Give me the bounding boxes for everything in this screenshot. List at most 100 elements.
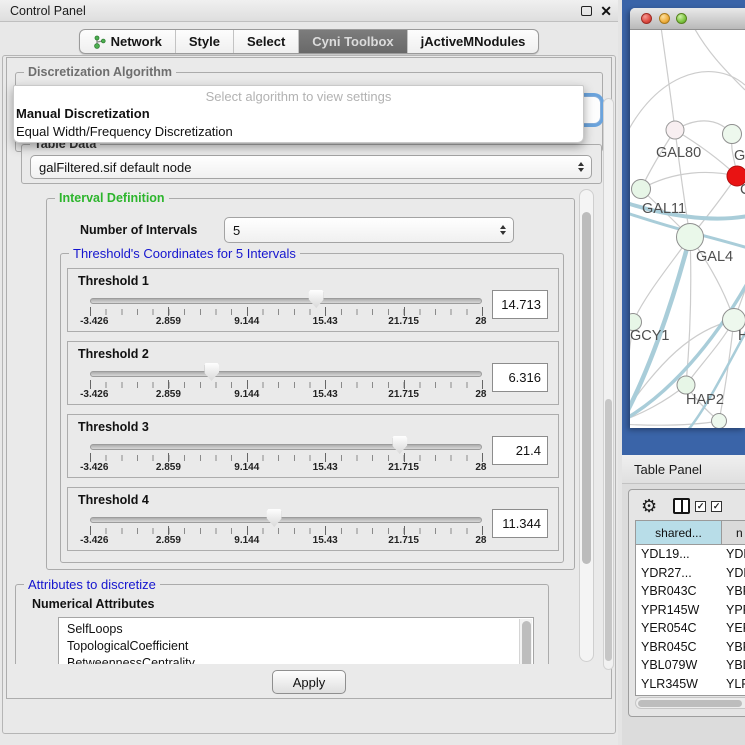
dropdown-option[interactable]: Equal Width/Frequency Discretization: [14, 123, 583, 141]
cell-shared-name[interactable]: YBR045C: [636, 638, 722, 657]
cell-shared-name[interactable]: YBL079W: [636, 656, 722, 675]
tab-network[interactable]: Network: [80, 30, 175, 53]
panel-scrollbar-thumb[interactable]: [605, 399, 612, 661]
settings-scrollbar-thumb[interactable]: [582, 212, 591, 564]
major-tick: [90, 380, 91, 389]
cell-name[interactable]: YDR2...: [722, 564, 745, 583]
tick-label: 2.859: [156, 462, 181, 473]
tab-jactivemnodules[interactable]: jActiveMNodules: [407, 30, 539, 53]
slider-track[interactable]: [90, 517, 482, 523]
network-canvas[interactable]: GAL80GACGAL11GAL4GCY1HHAP2: [630, 30, 745, 428]
cell-shared-name[interactable]: YER054C: [636, 619, 722, 638]
checkbox-icon[interactable]: ✓: [711, 501, 722, 512]
zoom-traffic-light-icon[interactable]: [676, 13, 687, 24]
number-of-intervals-combobox[interactable]: 5: [224, 217, 514, 243]
threshold-row: Threshold 1 -3.4262.8599.14415.4321.7152…: [67, 268, 559, 332]
cell-shared-name[interactable]: YPR145W: [636, 601, 722, 620]
spinner-icon: [578, 162, 584, 172]
table-row[interactable]: YBR045CYBR0...: [636, 638, 745, 657]
numerical-attributes-list[interactable]: SelfLoopsTopologicalCoefficientBetweenne…: [58, 617, 534, 664]
table-row[interactable]: YPR145WYPR1...: [636, 601, 745, 620]
apply-button[interactable]: Apply: [272, 670, 346, 694]
checkbox-icon[interactable]: ✓: [695, 501, 706, 512]
table-row[interactable]: YLR345WYLR3...: [636, 675, 745, 694]
network-node[interactable]: [711, 413, 727, 428]
network-node[interactable]: [676, 223, 704, 251]
node-attribute-table[interactable]: shared... n YDL19...YDL1...YDR27...YDR2.…: [635, 520, 745, 696]
cell-name[interactable]: YBL0...: [722, 656, 745, 675]
cell-name[interactable]: YDL1...: [722, 545, 745, 564]
network-node[interactable]: [631, 179, 651, 199]
panel-scrollbar[interactable]: [603, 98, 614, 670]
settings-scrollbar[interactable]: [579, 189, 594, 662]
tab-select[interactable]: Select: [233, 30, 298, 53]
slider-track[interactable]: [90, 444, 482, 450]
network-window-titlebar[interactable]: [630, 8, 745, 30]
slider-handle[interactable]: [267, 509, 282, 527]
cell-shared-name[interactable]: YDL19...: [636, 545, 722, 564]
major-tick: [404, 307, 405, 316]
attribute-list-item[interactable]: BetweennessCentrality: [67, 655, 533, 664]
table-horizontal-scrollbar[interactable]: [635, 697, 745, 709]
minimize-traffic-light-icon[interactable]: [659, 13, 670, 24]
slider-track[interactable]: [90, 371, 482, 377]
table-header-row: shared... n: [636, 521, 745, 545]
cell-shared-name[interactable]: YLR345W: [636, 675, 722, 694]
tab-cyni-toolbox[interactable]: Cyni Toolbox: [298, 30, 406, 53]
number-of-intervals-value: 5: [233, 223, 240, 238]
cell-name[interactable]: YIL0...: [722, 693, 745, 696]
close-icon[interactable]: ✕: [600, 6, 612, 16]
threshold-slider[interactable]: -3.4262.8599.14415.4321.71528: [90, 488, 482, 552]
threshold-value-field[interactable]: [492, 290, 548, 319]
network-tab-icon: [93, 35, 106, 49]
threshold-value-field[interactable]: [492, 436, 548, 465]
major-tick: [247, 307, 248, 316]
table-row[interactable]: YDL19...YDL1...: [636, 545, 745, 564]
gear-icon[interactable]: ⚙: [641, 497, 657, 515]
threshold-value-field[interactable]: [492, 363, 548, 392]
cell-name[interactable]: YPR1...: [722, 601, 745, 620]
column-header-shared-name[interactable]: shared...: [636, 521, 722, 544]
cell-name[interactable]: YER0...: [722, 619, 745, 638]
cell-name[interactable]: YBR0...: [722, 638, 745, 657]
table-data-combobox[interactable]: galFiltered.sif default node: [30, 155, 592, 179]
tick-label: 2.859: [156, 316, 181, 327]
cell-shared-name[interactable]: YBR043C: [636, 582, 722, 601]
cell-name[interactable]: YLR3...: [722, 675, 745, 694]
slider-handle[interactable]: [392, 436, 407, 454]
attribute-list-item[interactable]: TopologicalCoefficient: [67, 638, 533, 655]
attribute-list-item[interactable]: SelfLoops: [67, 621, 533, 638]
attributes-list-scrollbar[interactable]: [519, 619, 532, 664]
threshold-slider[interactable]: -3.4262.8599.14415.4321.71528: [90, 269, 482, 333]
slider-track[interactable]: [90, 298, 482, 304]
dropdown-option[interactable]: Manual Discretization: [14, 105, 583, 123]
close-traffic-light-icon[interactable]: [641, 13, 652, 24]
table-row[interactable]: YBR043CYBR0...: [636, 582, 745, 601]
table-row[interactable]: YDR27...YDR2...: [636, 564, 745, 583]
split-columns-icon[interactable]: [673, 498, 690, 514]
float-window-icon[interactable]: [581, 6, 592, 16]
cell-shared-name[interactable]: YIL052C: [636, 693, 722, 696]
table-row[interactable]: YER054CYER0...: [636, 619, 745, 638]
threshold-slider[interactable]: -3.4262.8599.14415.4321.71528: [90, 415, 482, 479]
tab-label: Network: [111, 34, 162, 49]
network-node[interactable]: [666, 121, 685, 140]
cell-name[interactable]: YBR0...: [722, 582, 745, 601]
tab-style[interactable]: Style: [175, 30, 233, 53]
table-row[interactable]: YBL079WYBL0...: [636, 656, 745, 675]
table-panel-card: ⚙ ✓ ✓ shared... n YDL19...YDL1...YDR27..…: [628, 489, 745, 717]
slider-handle[interactable]: [204, 363, 219, 381]
major-tick: [247, 526, 248, 535]
threshold-slider[interactable]: -3.4262.8599.14415.4321.71528: [90, 342, 482, 406]
table-horizontal-scrollbar-thumb[interactable]: [638, 700, 742, 707]
table-row[interactable]: YIL052CYIL0...: [636, 693, 745, 696]
tick-label: 28: [475, 389, 486, 400]
threshold-value-field[interactable]: [492, 509, 548, 538]
tick-label: 9.144: [234, 389, 259, 400]
tick-label: 28: [475, 535, 486, 546]
slider-handle[interactable]: [309, 290, 324, 308]
column-header-name[interactable]: n: [722, 521, 745, 544]
network-node[interactable]: [722, 124, 742, 144]
cyni-toolbox-panel: Discretization Algorithm Select algorith…: [2, 55, 616, 734]
cell-shared-name[interactable]: YDR27...: [636, 564, 722, 583]
